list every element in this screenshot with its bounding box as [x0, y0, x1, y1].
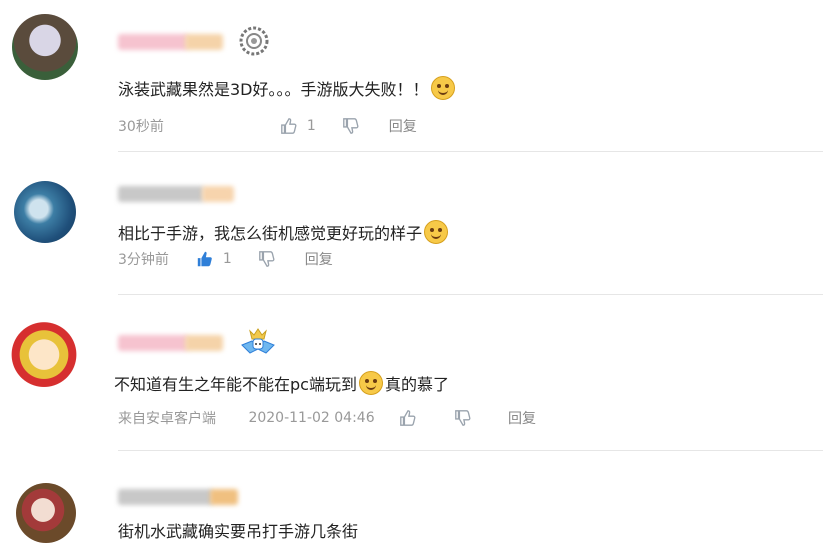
like-count: 1: [306, 118, 316, 134]
comment-item: 泳装武藏果然是3D好。。。手游版大失败！！ 30秒前 1 回复: [0, 0, 823, 152]
comment-item: 相比于手游，我怎么街机感觉更好玩的样子 3分钟前 1 回复: [0, 152, 823, 295]
dislike-button[interactable]: [342, 117, 360, 135]
comment-meta: 30秒前 1 回复: [118, 116, 417, 136]
comment-text-tail: 真的慕了: [384, 375, 449, 394]
username-blurred[interactable]: [118, 489, 213, 505]
sweat-smile-emoji-icon: [430, 76, 455, 100]
thumbs-up-icon: [400, 410, 416, 426]
thumbs-down-icon: [343, 118, 359, 134]
thumbs-down-icon: [259, 251, 275, 267]
comment-text: 泳装武藏果然是3D好。。。手游版大失败！！: [118, 76, 457, 100]
like-button[interactable]: 1: [196, 250, 232, 268]
comment-item: 街机水武藏确实要吊打手游几条街: [0, 451, 823, 546]
username-blurred[interactable]: [118, 335, 188, 351]
dislike-button[interactable]: [258, 250, 276, 268]
envy-emoji-icon: [358, 371, 383, 395]
comment-text: 相比于手游，我怎么街机感觉更好玩的样子: [118, 220, 450, 244]
comment-text-body: 相比于手游，我怎么街机感觉更好玩的样子: [118, 224, 423, 243]
comment-meta: 3分钟前 1 回复: [118, 249, 333, 269]
like-count: 1: [222, 251, 232, 267]
username-blurred[interactable]: [185, 34, 223, 50]
username-blurred[interactable]: [118, 186, 204, 202]
comment-text: 不知道有生之年能不能在pc端玩到 真的慕了: [114, 371, 449, 395]
comment-text-body: 泳装武藏果然是3D好。。。手游版大失败！！: [118, 80, 429, 99]
comment-item: 不知道有生之年能不能在pc端玩到 真的慕了 来自安卓客户端 2020-11-02 …: [0, 295, 823, 451]
username-blurred[interactable]: [118, 34, 188, 50]
like-button[interactable]: 1: [280, 117, 316, 135]
gear-badge-icon: [239, 26, 269, 56]
reply-button[interactable]: 回复: [508, 408, 536, 428]
username-blurred[interactable]: [185, 335, 223, 351]
comment-text: 街机水武藏确实要吊打手游几条街: [118, 518, 358, 542]
timestamp: 3分钟前: [118, 252, 169, 268]
comment-meta: 来自安卓客户端 2020-11-02 04:46 回复: [118, 408, 536, 428]
shy-emoji-icon: [424, 220, 449, 244]
username-blurred[interactable]: [202, 186, 234, 202]
comment-text-body: 不知道有生之年能不能在pc端玩到: [114, 375, 357, 394]
timestamp: 30秒前: [118, 119, 164, 135]
client-source: 来自安卓客户端: [118, 411, 216, 427]
dislike-button[interactable]: [454, 409, 472, 427]
thumbs-up-icon: [281, 118, 297, 134]
crown-badge-icon: [241, 328, 275, 354]
thumbs-up-filled-icon: [198, 251, 213, 267]
reply-button[interactable]: 回复: [389, 116, 417, 136]
avatar[interactable]: [14, 181, 76, 243]
thumbs-down-icon: [454, 410, 471, 426]
avatar[interactable]: [8, 315, 80, 387]
comment-text-body: 街机水武藏确实要吊打手游几条街: [118, 522, 359, 541]
avatar[interactable]: [16, 483, 76, 543]
like-button[interactable]: [399, 409, 417, 427]
reply-button[interactable]: 回复: [305, 249, 333, 269]
username-blurred[interactable]: [210, 489, 238, 505]
avatar[interactable]: [12, 14, 78, 80]
timestamp: 2020-11-02 04:46: [248, 410, 375, 426]
